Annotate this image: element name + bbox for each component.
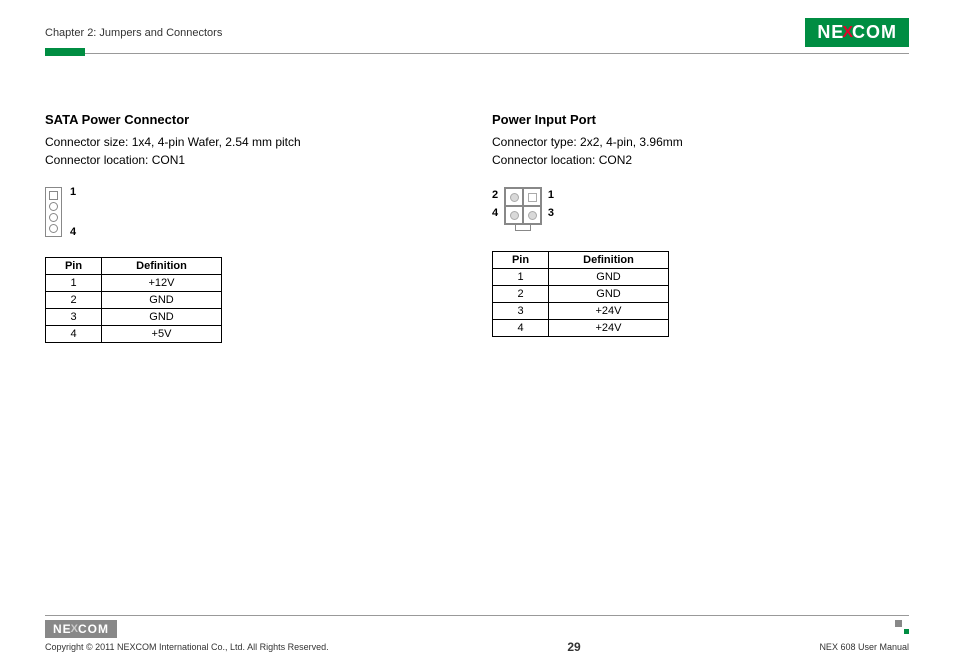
pin-3-cell — [523, 206, 541, 224]
green-accent-bar — [45, 48, 85, 56]
connector-tab-icon — [515, 225, 531, 231]
table-row: 4+5V — [46, 326, 222, 343]
page-footer: NE X COM Copyright © 2011 NEXCOM Interna… — [45, 615, 909, 654]
connector-grid — [504, 187, 542, 225]
pin-definition-table: Pin Definition 1GND 2GND 3+24V 4+24V — [492, 251, 669, 337]
section-description: Connector size: 1x4, 4-pin Wafer, 2.54 m… — [45, 133, 462, 169]
pin-definition-table: Pin Definition 1+12V 2GND 3GND 4+5V — [45, 257, 222, 343]
section-title: SATA Power Connector — [45, 112, 462, 127]
power-input-section: Power Input Port Connector type: 2x2, 4-… — [492, 112, 909, 343]
pin-1-cell — [523, 188, 541, 206]
footer-row: Copyright © 2011 NEXCOM International Co… — [45, 640, 909, 654]
col-pin: Pin — [493, 252, 549, 269]
pin-4-cell — [505, 206, 523, 224]
logo-part-com: COM — [852, 22, 897, 43]
pin-4-circle-icon — [49, 224, 58, 233]
table-row: 3+24V — [493, 303, 669, 320]
section-description: Connector type: 2x2, 4-pin, 3.96mm Conne… — [492, 133, 909, 169]
page-number: 29 — [567, 640, 580, 654]
main-content: SATA Power Connector Connector size: 1x4… — [45, 112, 909, 343]
pin-dot-icon — [510, 211, 519, 220]
col-pin: Pin — [46, 258, 102, 275]
connector-1x4-diagram: 1 4 — [45, 187, 62, 237]
pin-2-circle-icon — [49, 202, 58, 211]
pin-dot-icon — [510, 193, 519, 202]
pin-label: 1 — [548, 189, 554, 201]
pin-square-icon — [528, 193, 537, 202]
connector-2x2-diagram: 2 1 4 3 — [504, 187, 542, 231]
pin-column — [49, 191, 58, 233]
sata-power-section: SATA Power Connector Connector size: 1x4… — [45, 112, 462, 343]
desc-line: Connector location: CON1 — [45, 153, 185, 167]
table-header-row: Pin Definition — [46, 258, 222, 275]
pin-label: 3 — [548, 207, 554, 219]
pin-label: 2 — [492, 189, 498, 201]
section-title: Power Input Port — [492, 112, 909, 127]
desc-line: Connector size: 1x4, 4-pin Wafer, 2.54 m… — [45, 135, 301, 149]
table-row: 3GND — [46, 309, 222, 326]
table-header-row: Pin Definition — [493, 252, 669, 269]
col-definition: Definition — [549, 252, 669, 269]
table-row: 4+24V — [493, 320, 669, 337]
pin-label: 4 — [492, 207, 498, 219]
pin-2-cell — [505, 188, 523, 206]
nexcom-logo-footer: NE X COM — [45, 620, 117, 638]
col-definition: Definition — [102, 258, 222, 275]
desc-line: Connector location: CON2 — [492, 153, 632, 167]
pin-label: 1 — [70, 186, 76, 198]
chapter-title: Chapter 2: Jumpers and Connectors — [45, 27, 222, 39]
manual-name: NEX 608 User Manual — [819, 642, 909, 652]
table-row: 1GND — [493, 269, 669, 286]
desc-line: Connector type: 2x2, 4-pin, 3.96mm — [492, 135, 683, 149]
nexcom-logo: NE X COM — [805, 18, 909, 47]
logo-part-ne: NE — [817, 22, 844, 43]
table-row: 1+12V — [46, 275, 222, 292]
copyright-text: Copyright © 2011 NEXCOM International Co… — [45, 642, 329, 652]
table-row: 2GND — [493, 286, 669, 303]
pin-label: 4 — [70, 226, 76, 238]
pin-3-circle-icon — [49, 213, 58, 222]
page-header: Chapter 2: Jumpers and Connectors NE X C… — [45, 18, 909, 54]
pin-1-square-icon — [49, 191, 58, 200]
pin-dot-icon — [528, 211, 537, 220]
table-row: 2GND — [46, 292, 222, 309]
